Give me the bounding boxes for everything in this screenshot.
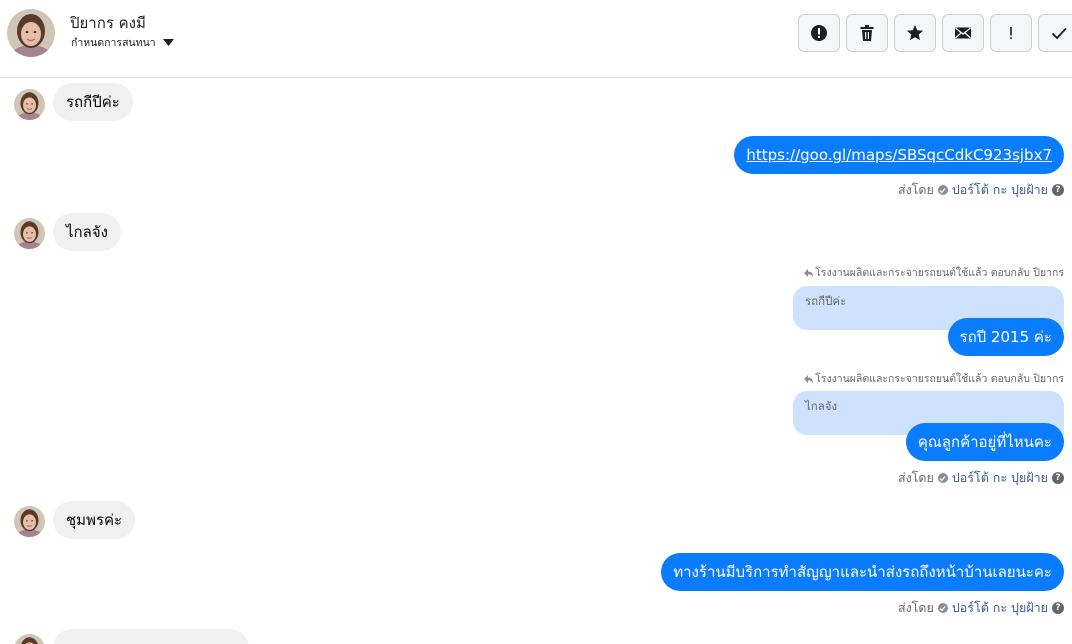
sent-by-label: ส่งโดย: [897, 470, 934, 485]
done-button[interactable]: [1038, 14, 1072, 52]
outgoing-message: ทางร้านมีบริการทำสัญญาและนำส่งรถถึงหน้าบ…: [661, 553, 1064, 591]
contact-name[interactable]: ปิยากร คงมี: [70, 11, 146, 35]
alert-icon: [811, 25, 827, 41]
follow-up-button[interactable]: [990, 14, 1032, 52]
incoming-message: รถกีปีค่ะ: [53, 83, 133, 121]
sent-by-author[interactable]: ปอร์โต้ กะ ปุยฝ้าย: [952, 598, 1048, 618]
reply-note-text: โรงงานผลิตและกระจายรถยนต์ใช้แล้ว ตอบกลับ…: [815, 267, 1064, 279]
sent-by-info: ส่งโดย ปอร์โต้ กะ ปุยฝ้าย ?: [898, 180, 1064, 200]
incoming-message: ชุมพรค่ะ: [53, 501, 136, 539]
star-icon: [907, 25, 923, 41]
contact-avatar[interactable]: [7, 9, 55, 57]
verified-icon: [937, 603, 948, 613]
verified-icon: [937, 473, 948, 483]
sender-avatar[interactable]: [14, 218, 45, 249]
outgoing-message: คุณลูกค้าอยู่ที่ไหนคะ: [905, 423, 1064, 461]
sender-avatar[interactable]: [14, 506, 45, 537]
trash-icon: [860, 25, 874, 41]
sent-by-author[interactable]: ปอร์โต้ กะ ปุยฝ้าย: [952, 180, 1048, 200]
incoming-message-partial: [53, 629, 249, 644]
reply-arrow-icon: [804, 374, 814, 383]
mark-spam-button[interactable]: [798, 14, 840, 52]
caret-down-icon: [162, 38, 174, 46]
conversation-schedule-label: กำหนดการสนทนา: [71, 37, 156, 49]
outgoing-message-link[interactable]: https://goo.gl/maps/SBSqcCdkC923sjbx7: [734, 136, 1064, 174]
verified-icon: [937, 185, 948, 195]
reply-note: โรงงานผลิตและกระจายรถยนต์ใช้แล้ว ตอบกลับ…: [804, 264, 1064, 281]
sent-by-info: ส่งโดย ปอร์โต้ กะ ปุยฝ้าย ?: [898, 468, 1064, 488]
reply-note-text: โรงงานผลิตและกระจายรถยนต์ใช้แล้ว ตอบกลับ…: [815, 373, 1064, 385]
incoming-message: ไกลจัง: [53, 213, 121, 251]
help-icon[interactable]: ?: [1052, 602, 1064, 614]
star-button[interactable]: [894, 14, 936, 52]
outgoing-message: รถปี 2015 ค่ะ: [947, 318, 1064, 356]
envelope-icon: [955, 27, 971, 39]
conversation-header: ปิยากร คงมี กำหนดการสนทนา: [0, 0, 1072, 78]
conversation-schedule-dropdown[interactable]: กำหนดการสนทนา: [71, 34, 174, 51]
sent-by-label: ส่งโดย: [897, 600, 934, 615]
delete-button[interactable]: [846, 14, 888, 52]
sent-by-author[interactable]: ปอร์โต้ กะ ปุยฝ้าย: [952, 468, 1048, 488]
sender-avatar[interactable]: [14, 634, 45, 644]
sent-by-info: ส่งโดย ปอร์โต้ กะ ปุยฝ้าย ?: [898, 598, 1064, 618]
check-icon: [1051, 27, 1067, 40]
sender-avatar[interactable]: [14, 89, 45, 120]
help-icon[interactable]: ?: [1052, 184, 1064, 196]
reply-note: โรงงานผลิตและกระจายรถยนต์ใช้แล้ว ตอบกลับ…: [804, 370, 1064, 387]
exclamation-icon: [1010, 27, 1012, 39]
mark-unread-button[interactable]: [942, 14, 984, 52]
conversation-actions: [798, 14, 1072, 52]
sent-by-label: ส่งโดย: [897, 182, 934, 197]
help-icon[interactable]: ?: [1052, 472, 1064, 484]
reply-arrow-icon: [804, 268, 814, 277]
